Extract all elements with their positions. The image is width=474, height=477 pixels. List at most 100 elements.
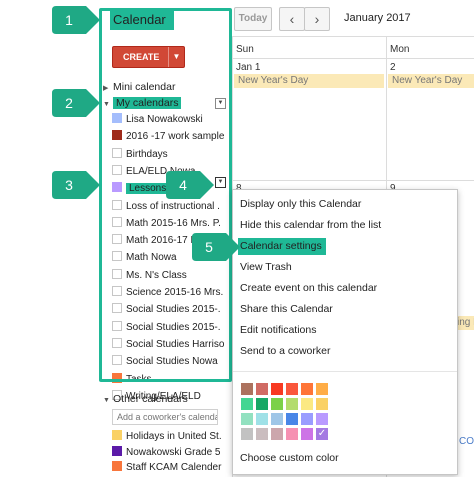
calendar-color-swatch[interactable] (112, 303, 122, 314)
menu-item-edit-notifications[interactable]: Edit notifications (240, 322, 316, 339)
calendar-color-swatch[interactable] (112, 182, 122, 193)
color-chip[interactable] (286, 383, 298, 395)
calendar-list-item[interactable]: Social Studies Nowa (112, 354, 224, 370)
color-chip[interactable] (256, 383, 268, 395)
calendar-list-item[interactable]: Social Studies 2015-. (112, 320, 224, 336)
menu-item-view-trash[interactable]: View Trash (240, 259, 292, 276)
calendar-color-swatch[interactable] (112, 199, 122, 210)
color-chip[interactable] (271, 383, 283, 395)
calendar-list-item-label: Lisa Nowakowski (126, 114, 203, 125)
color-chip[interactable] (301, 383, 313, 395)
other-calendar-label: Holidays in United St. (126, 431, 222, 442)
calendar-list-item-label: Science 2015-16 Mrs. (126, 287, 224, 298)
color-chip[interactable] (241, 383, 253, 395)
calendar-color-swatch[interactable] (112, 216, 122, 227)
calendar-color-swatch[interactable] (112, 355, 122, 366)
menu-item-send-to-coworker[interactable]: Send to a coworker (240, 343, 330, 360)
calendar-list-item[interactable]: Lessons (112, 181, 224, 197)
calendar-color-swatch[interactable] (112, 286, 122, 296)
calendar-color-swatch[interactable] (112, 164, 122, 175)
calendar-list-item[interactable]: ELA/ELD Nowa (112, 164, 224, 180)
calendar-list-item[interactable]: Math Nowa (112, 250, 224, 266)
calendar-list-item[interactable]: 2016 -17 work samples (112, 129, 224, 145)
calendar-list-item[interactable]: Math 2016-17 Mrs. N. (112, 233, 224, 249)
calendar-color-swatch[interactable] (112, 268, 122, 279)
calendar-list-item-label: Math 2015-16 Mrs. P. (126, 217, 221, 229)
my-calendars-toggle[interactable]: ▼ My calendars (103, 96, 182, 110)
create-button[interactable]: CREATE ▼ (112, 46, 185, 68)
event-chip[interactable]: New Year's Day (388, 74, 474, 88)
other-calendars-toggle[interactable]: ▼ Other calendars (103, 393, 188, 405)
calendar-color-swatch[interactable] (112, 445, 122, 456)
day-header-mon: Mon (390, 44, 410, 55)
color-chip[interactable] (316, 383, 328, 395)
calendar-color-swatch[interactable] (112, 320, 122, 331)
calendar-list-item-label: Social Studies Harriso (126, 338, 224, 350)
color-chip[interactable] (241, 413, 253, 425)
menu-item-calendar-settings[interactable]: Calendar settings (238, 238, 326, 255)
calendar-list-item[interactable]: Lisa Nowakowski (112, 112, 224, 128)
menu-item-hide-calendar[interactable]: Hide this calendar from the list (240, 217, 381, 234)
color-chip[interactable] (241, 398, 253, 410)
calendar-color-swatch[interactable] (112, 234, 122, 245)
menu-item-create-event[interactable]: Create event on this calendar (240, 280, 377, 297)
menu-item-custom-color[interactable]: Choose custom color (240, 450, 339, 467)
other-calendars-label: Other calendars (113, 393, 188, 405)
calendar-list-item[interactable]: Science 2015-16 Mrs. (112, 285, 224, 301)
color-chip[interactable] (316, 413, 328, 425)
callout-3: 3 (52, 171, 100, 199)
color-chip[interactable] (301, 428, 313, 440)
color-chip[interactable] (286, 398, 298, 410)
callout-number: 3 (65, 177, 73, 193)
calendar-list-item[interactable]: Social Studies Harriso (112, 337, 224, 353)
create-dropdown-icon[interactable]: ▼ (168, 47, 184, 67)
date-range: January 2017 (344, 12, 411, 24)
calendar-color-swatch[interactable] (112, 251, 122, 262)
calendar-color-swatch[interactable] (112, 372, 122, 383)
other-calendar-item[interactable]: Staff KCAM Calender (112, 460, 222, 475)
next-arrow-icon[interactable]: › (304, 7, 330, 31)
menu-item-share-calendar[interactable]: Share this Calendar (240, 301, 333, 318)
color-chip[interactable] (301, 413, 313, 425)
dropdown-arrow-icon[interactable]: ▼ (215, 177, 226, 188)
other-calendar-item[interactable]: Nowakowski Grade 5 (112, 445, 222, 460)
color-chip[interactable] (301, 398, 313, 410)
color-chip[interactable] (256, 413, 268, 425)
calendar-list-item-label: Social Studies 2015-. (126, 321, 221, 333)
calendar-color-swatch[interactable] (112, 113, 122, 123)
day-number[interactable]: 2 (390, 62, 396, 73)
check-icon: ✓ (317, 428, 327, 439)
color-chip[interactable] (241, 428, 253, 440)
calendar-color-swatch[interactable] (112, 147, 122, 158)
color-chip[interactable] (286, 428, 298, 440)
event-chip[interactable]: New Year's Day (234, 74, 384, 88)
other-calendar-item[interactable]: Holidays in United St. (112, 429, 222, 444)
calendar-list-item[interactable]: Tasks (112, 372, 224, 388)
coworker-calendar-input[interactable] (112, 409, 218, 425)
color-chip[interactable] (271, 428, 283, 440)
mini-calendar-toggle[interactable]: ▶ Mini calendar (103, 80, 175, 94)
color-chip[interactable] (256, 398, 268, 410)
calendar-list-item[interactable]: Ms. N's Class (112, 268, 224, 284)
event-chip[interactable]: ing E (456, 316, 474, 330)
menu-item-display-only[interactable]: Display only this Calendar (240, 196, 361, 213)
color-chip[interactable] (271, 398, 283, 410)
color-chip[interactable] (271, 413, 283, 425)
calendar-color-swatch[interactable] (112, 130, 122, 141)
calendar-color-swatch[interactable] (112, 430, 122, 440)
prev-arrow-icon[interactable]: ‹ (279, 7, 305, 31)
today-button[interactable]: Today (234, 7, 272, 31)
calendar-list-item[interactable]: Loss of instructional . (112, 199, 224, 215)
calendar-list-item[interactable]: Math 2015-16 Mrs. P. (112, 216, 224, 232)
grid-line (232, 58, 474, 59)
color-chip[interactable] (256, 428, 268, 440)
color-chip[interactable] (316, 398, 328, 410)
color-chip[interactable] (286, 413, 298, 425)
calendar-list-item[interactable]: Social Studies 2015-. (112, 302, 224, 318)
color-chip[interactable]: ✓ (316, 428, 328, 440)
calendar-color-swatch[interactable] (112, 461, 122, 471)
calendar-list-item[interactable]: Birthdays (112, 147, 224, 163)
calendar-color-swatch[interactable] (112, 337, 122, 348)
day-number[interactable]: Jan 1 (236, 62, 260, 73)
dropdown-arrow-icon[interactable]: ▼ (215, 98, 226, 109)
